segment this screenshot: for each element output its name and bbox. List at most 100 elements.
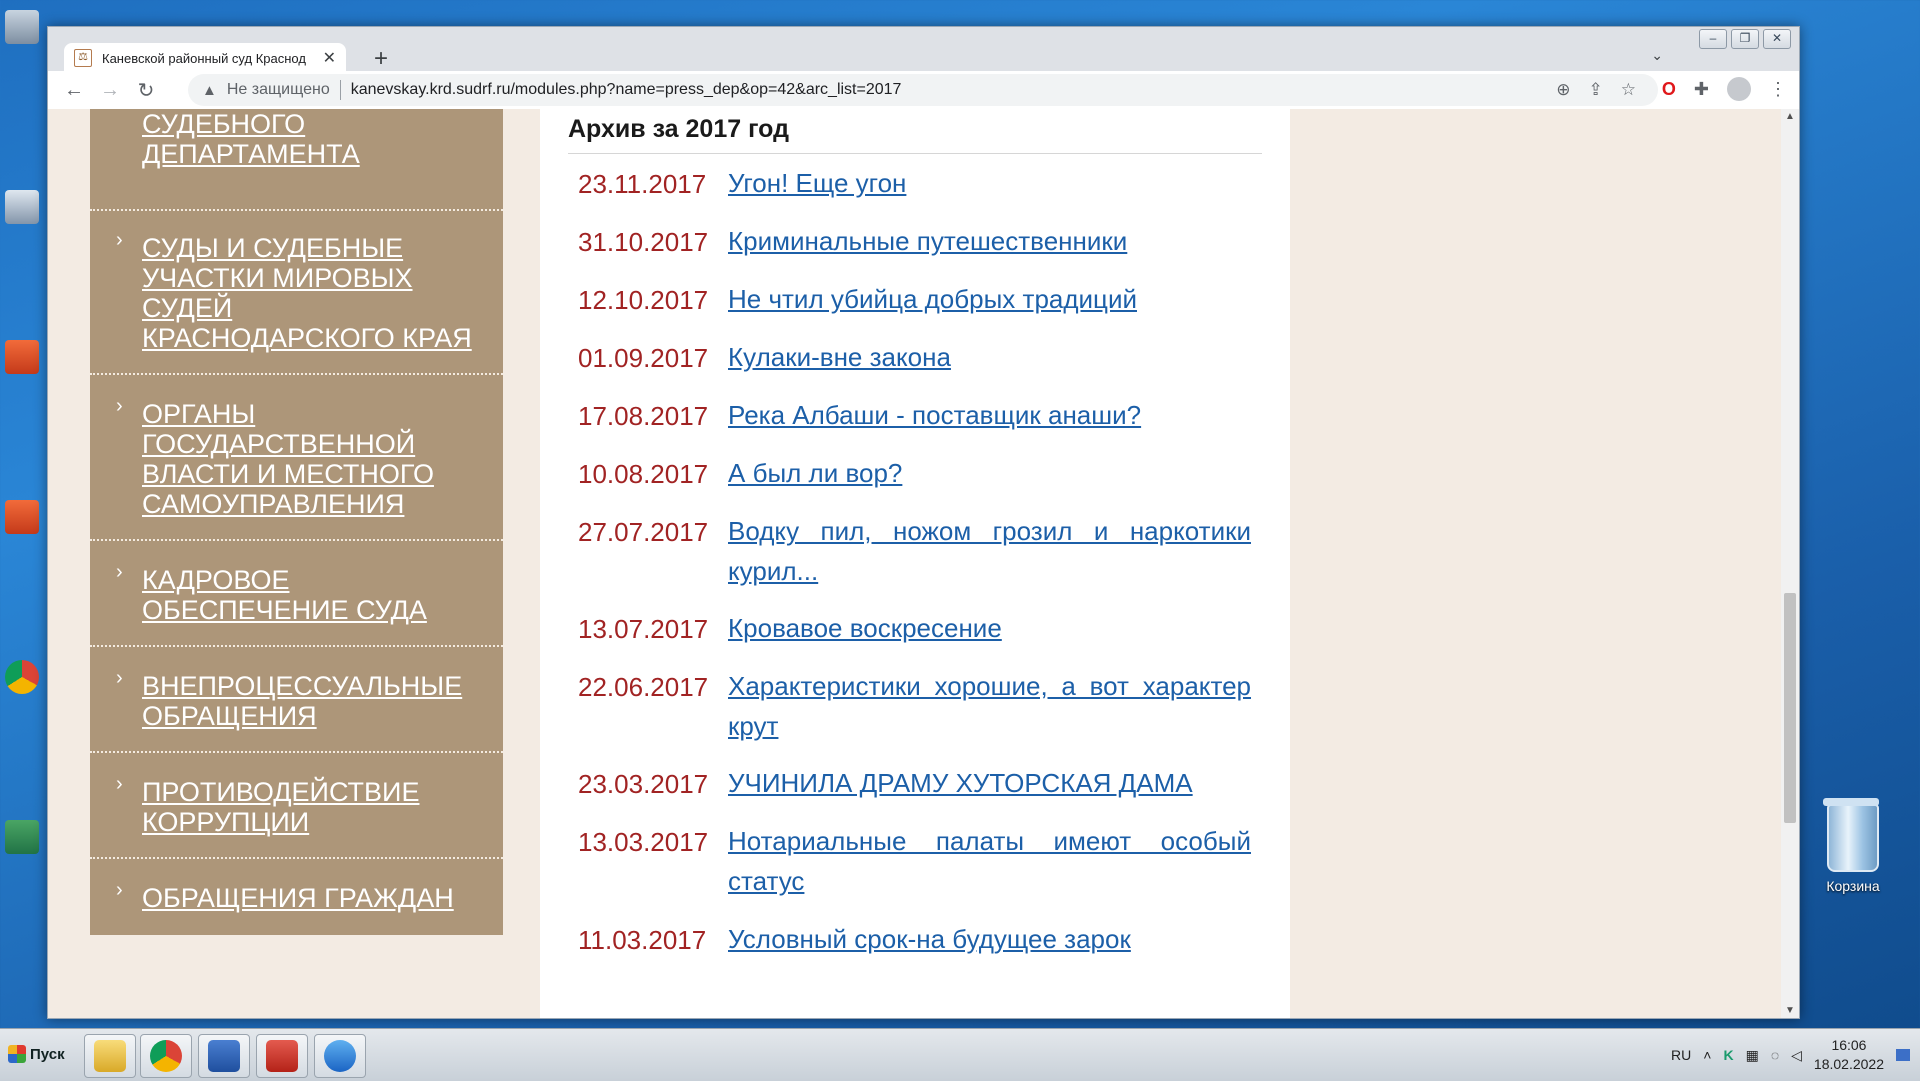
office-icon	[5, 340, 39, 374]
news-link[interactable]: Условный срок-на будущее зарок	[728, 919, 1251, 959]
news-link[interactable]: Водку пил, ножом грозил и наркотики кури…	[728, 511, 1251, 591]
opera-extension-icon[interactable]: O	[1662, 79, 1676, 100]
browser-window: – ❐ ✕ ⚖ Каневской районный суд Краснод ✕…	[47, 26, 1800, 1019]
chrome-icon	[150, 1040, 182, 1072]
desktop-icon-3[interactable]	[0, 340, 44, 376]
tray-expand-icon[interactable]: ˄	[1703, 1047, 1711, 1063]
clock-date: 18.02.2022	[1813, 1056, 1884, 1072]
news-link[interactable]: Характеристики хорошие, а вот характер к…	[728, 666, 1251, 746]
zoom-icon[interactable]: ⊕	[1556, 80, 1570, 100]
sidebar-item-label[interactable]: ПРОТИВОДЕЙСТВИЕ КОРРУПЦИИ	[142, 777, 482, 837]
back-icon[interactable]: ←	[56, 79, 92, 102]
browser-toolbar: ← → ↻ ▲ Не защищено kanevskay.krd.sudrf.…	[48, 71, 1799, 109]
security-label[interactable]: Не защищено	[227, 81, 330, 99]
scales-icon: ⚖	[74, 49, 92, 67]
news-date: 12.10.2017	[578, 285, 709, 315]
news-link[interactable]: Криминальные путешественники	[728, 221, 1251, 261]
warning-icon: ▲	[202, 81, 217, 99]
sidebar-item-appeals[interactable]: › ВНЕПРОЦЕССУАЛЬНЫЕ ОБРАЩЕНИЯ	[90, 647, 503, 753]
chevron-down-icon[interactable]: ⌄	[1651, 47, 1663, 64]
sidebar-item-label[interactable]: СУДЫ И СУДЕБНЫЕ УЧАСТКИ МИРОВЫХ СУДЕЙ КР…	[142, 233, 482, 353]
chevron-right-icon: ›	[116, 561, 123, 583]
new-tab-button[interactable]: +	[374, 45, 388, 73]
sidebar-item-label[interactable]: ВНЕПРОЦЕССУАЛЬНЫЕ ОБРАЩЕНИЯ	[142, 671, 482, 731]
sidebar-item-department[interactable]: › УПРАВЛЕНИЕ СУДЕБНОГО ДЕПАРТАМЕНТА	[90, 109, 503, 211]
news-link[interactable]: Нотариальные палаты имеют особый статус	[728, 821, 1251, 901]
news-link[interactable]: А был ли вор?	[728, 453, 1251, 493]
computer-icon	[5, 10, 39, 44]
tab-close-icon[interactable]: ✕	[323, 48, 336, 68]
taskbar-word[interactable]	[198, 1034, 250, 1078]
taskbar: Пуск RU ˄ K ▦ ◌ ◁ 16:06 18.02.2022	[0, 1028, 1920, 1081]
url-text[interactable]: kanevskay.krd.sudrf.ru/modules.php?name=…	[351, 81, 902, 99]
taskbar-explorer[interactable]	[84, 1034, 136, 1078]
computer-icon	[5, 190, 39, 224]
sidebar-item-anticorruption[interactable]: › ПРОТИВОДЕЙСТВИЕ КОРРУПЦИИ	[90, 753, 503, 859]
desktop-icon-1[interactable]	[0, 10, 44, 46]
taskbar-app-red[interactable]	[256, 1034, 308, 1078]
news-link[interactable]: Кулаки-вне закона	[728, 337, 1251, 377]
volume-icon[interactable]: ◁	[1791, 1047, 1802, 1064]
start-label: Пуск	[30, 1045, 65, 1063]
sidebar-item-label[interactable]: ОРГАНЫ ГОСУДАРСТВЕННОЙ ВЛАСТИ И МЕСТНОГО…	[142, 399, 482, 519]
browser-tab[interactable]: ⚖ Каневской районный суд Краснод ✕	[64, 43, 346, 73]
sidebar-item-authorities[interactable]: › ОРГАНЫ ГОСУДАРСТВЕННОЙ ВЛАСТИ И МЕСТНО…	[90, 375, 503, 541]
sidebar-item-staffing[interactable]: › КАДРОВОЕ ОБЕСПЕЧЕНИЕ СУДА	[90, 541, 503, 647]
desktop-icon-4[interactable]	[0, 500, 44, 536]
sidebar-item-courts[interactable]: › СУДЫ И СУДЕБНЫЕ УЧАСТКИ МИРОВЫХ СУДЕЙ …	[90, 209, 503, 375]
reload-icon[interactable]: ↻	[128, 78, 164, 103]
office-icon	[5, 500, 39, 534]
news-date: 23.11.2017	[578, 169, 707, 199]
taskbar-app-blue[interactable]	[314, 1034, 366, 1078]
profile-avatar[interactable]	[1727, 77, 1751, 101]
news-date: 17.08.2017	[578, 401, 709, 431]
network-icon[interactable]: ▦	[1746, 1047, 1759, 1064]
chevron-right-icon: ›	[116, 773, 123, 795]
start-button[interactable]: Пуск	[2, 1037, 71, 1071]
sidebar-item-label[interactable]: ОБРАЩЕНИЯ ГРАЖДАН	[142, 883, 482, 913]
menu-dots-icon[interactable]: ⋮	[1769, 79, 1787, 100]
share-icon[interactable]: ⇪	[1589, 80, 1603, 100]
page-scrollbar[interactable]: ▲ ▼	[1781, 109, 1799, 1018]
sidebar-item-label[interactable]: УПРАВЛЕНИЕ СУДЕБНОГО ДЕПАРТАМЕНТА	[142, 109, 482, 169]
folder-icon	[94, 1040, 126, 1072]
scroll-down-icon[interactable]: ▼	[1781, 1005, 1799, 1016]
language-indicator[interactable]: RU	[1671, 1047, 1691, 1063]
news-link[interactable]: Угон! Еще угон	[728, 163, 1251, 203]
scroll-thumb[interactable]	[1784, 593, 1796, 823]
news-link[interactable]: Кровавое воскресение	[728, 608, 1251, 648]
news-link[interactable]: Не чтил убийца добрых традиций	[728, 279, 1251, 319]
tab-title: Каневской районный суд Краснод	[102, 50, 306, 66]
windows-logo-icon	[8, 1045, 26, 1063]
browser-icon	[324, 1040, 356, 1072]
news-date: 13.07.2017	[578, 614, 709, 644]
sidebar-item-citizens[interactable]: › ОБРАЩЕНИЯ ГРАЖДАН	[90, 859, 503, 935]
word-icon	[208, 1040, 240, 1072]
sidebar-item-label[interactable]: КАДРОВОЕ ОБЕСПЕЧЕНИЕ СУДА	[142, 565, 482, 625]
chevron-right-icon: ›	[116, 229, 123, 251]
forward-icon[interactable]: →	[92, 79, 128, 102]
news-date: 13.03.2017	[578, 827, 709, 857]
desktop-icon-5[interactable]	[0, 660, 44, 696]
bookmark-star-icon[interactable]: ☆	[1621, 80, 1636, 100]
news-date: 31.10.2017	[578, 227, 709, 257]
news-link[interactable]: УЧИНИЛА ДРАМУ ХУТОРСКАЯ ДАМА	[728, 763, 1251, 803]
recycle-bin[interactable]: Корзина	[1808, 798, 1898, 894]
omnibox-icons: ⊕ ⇪ ☆	[1556, 80, 1636, 100]
news-date: 22.06.2017	[578, 672, 709, 702]
show-desktop-icon[interactable]	[1896, 1049, 1910, 1061]
sync-icon[interactable]: ◌	[1771, 1047, 1779, 1063]
desktop-icon-6[interactable]	[0, 820, 44, 856]
news-link[interactable]: Река Албаши - поставщик анаши?	[728, 395, 1251, 435]
address-bar[interactable]: ▲ Не защищено kanevskay.krd.sudrf.ru/mod…	[188, 74, 1658, 106]
desktop-icon-2[interactable]	[0, 190, 44, 226]
chrome-icon	[5, 660, 39, 694]
page-viewport: › УПРАВЛЕНИЕ СУДЕБНОГО ДЕПАРТАМЕНТА › СУ…	[48, 109, 1781, 1018]
clock[interactable]: 16:06 18.02.2022	[1814, 1036, 1884, 1074]
kaspersky-icon[interactable]: K	[1723, 1047, 1733, 1063]
puzzle-icon[interactable]: ✚	[1694, 79, 1709, 100]
taskbar-chrome[interactable]	[140, 1034, 192, 1078]
news-date: 23.03.2017	[578, 769, 709, 799]
scroll-up-icon[interactable]: ▲	[1781, 111, 1799, 122]
clock-time: 16:06	[1831, 1037, 1867, 1053]
